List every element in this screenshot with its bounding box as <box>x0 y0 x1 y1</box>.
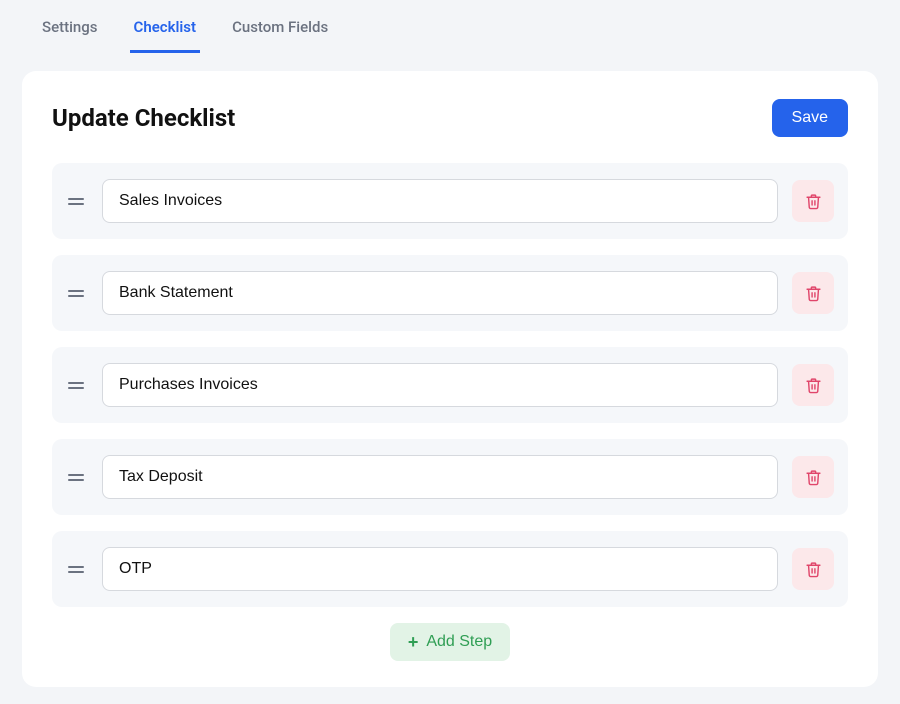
plus-icon: + <box>408 633 419 651</box>
drag-handle-icon[interactable] <box>66 283 88 303</box>
drag-handle-icon[interactable] <box>66 375 88 395</box>
trash-icon <box>805 193 822 210</box>
trash-icon <box>805 561 822 578</box>
card-header: Update Checklist Save <box>52 99 848 137</box>
delete-step-button[interactable] <box>792 548 834 590</box>
checklist-step-row <box>52 347 848 423</box>
trash-icon <box>805 377 822 394</box>
step-input[interactable] <box>102 271 778 315</box>
trash-icon <box>805 285 822 302</box>
drag-handle-icon[interactable] <box>66 467 88 487</box>
add-step-label: Add Step <box>426 633 492 651</box>
save-button[interactable]: Save <box>772 99 848 137</box>
delete-step-button[interactable] <box>792 364 834 406</box>
drag-handle-icon[interactable] <box>66 191 88 211</box>
tab-custom-fields[interactable]: Custom Fields <box>228 0 332 53</box>
step-input[interactable] <box>102 363 778 407</box>
checklist-step-row <box>52 439 848 515</box>
step-input[interactable] <box>102 455 778 499</box>
tab-bar: Settings Checklist Custom Fields <box>0 0 900 53</box>
add-step-wrap: + Add Step <box>52 623 848 661</box>
trash-icon <box>805 469 822 486</box>
checklist-card: Update Checklist Save + Add Step <box>22 71 878 687</box>
checklist-step-row <box>52 531 848 607</box>
page-title: Update Checklist <box>52 104 235 132</box>
checklist-step-row <box>52 255 848 331</box>
delete-step-button[interactable] <box>792 456 834 498</box>
drag-handle-icon[interactable] <box>66 559 88 579</box>
step-input[interactable] <box>102 179 778 223</box>
step-input[interactable] <box>102 547 778 591</box>
checklist-step-row <box>52 163 848 239</box>
add-step-button[interactable]: + Add Step <box>390 623 510 661</box>
tab-checklist[interactable]: Checklist <box>130 0 201 53</box>
delete-step-button[interactable] <box>792 180 834 222</box>
tab-settings[interactable]: Settings <box>38 0 102 53</box>
delete-step-button[interactable] <box>792 272 834 314</box>
